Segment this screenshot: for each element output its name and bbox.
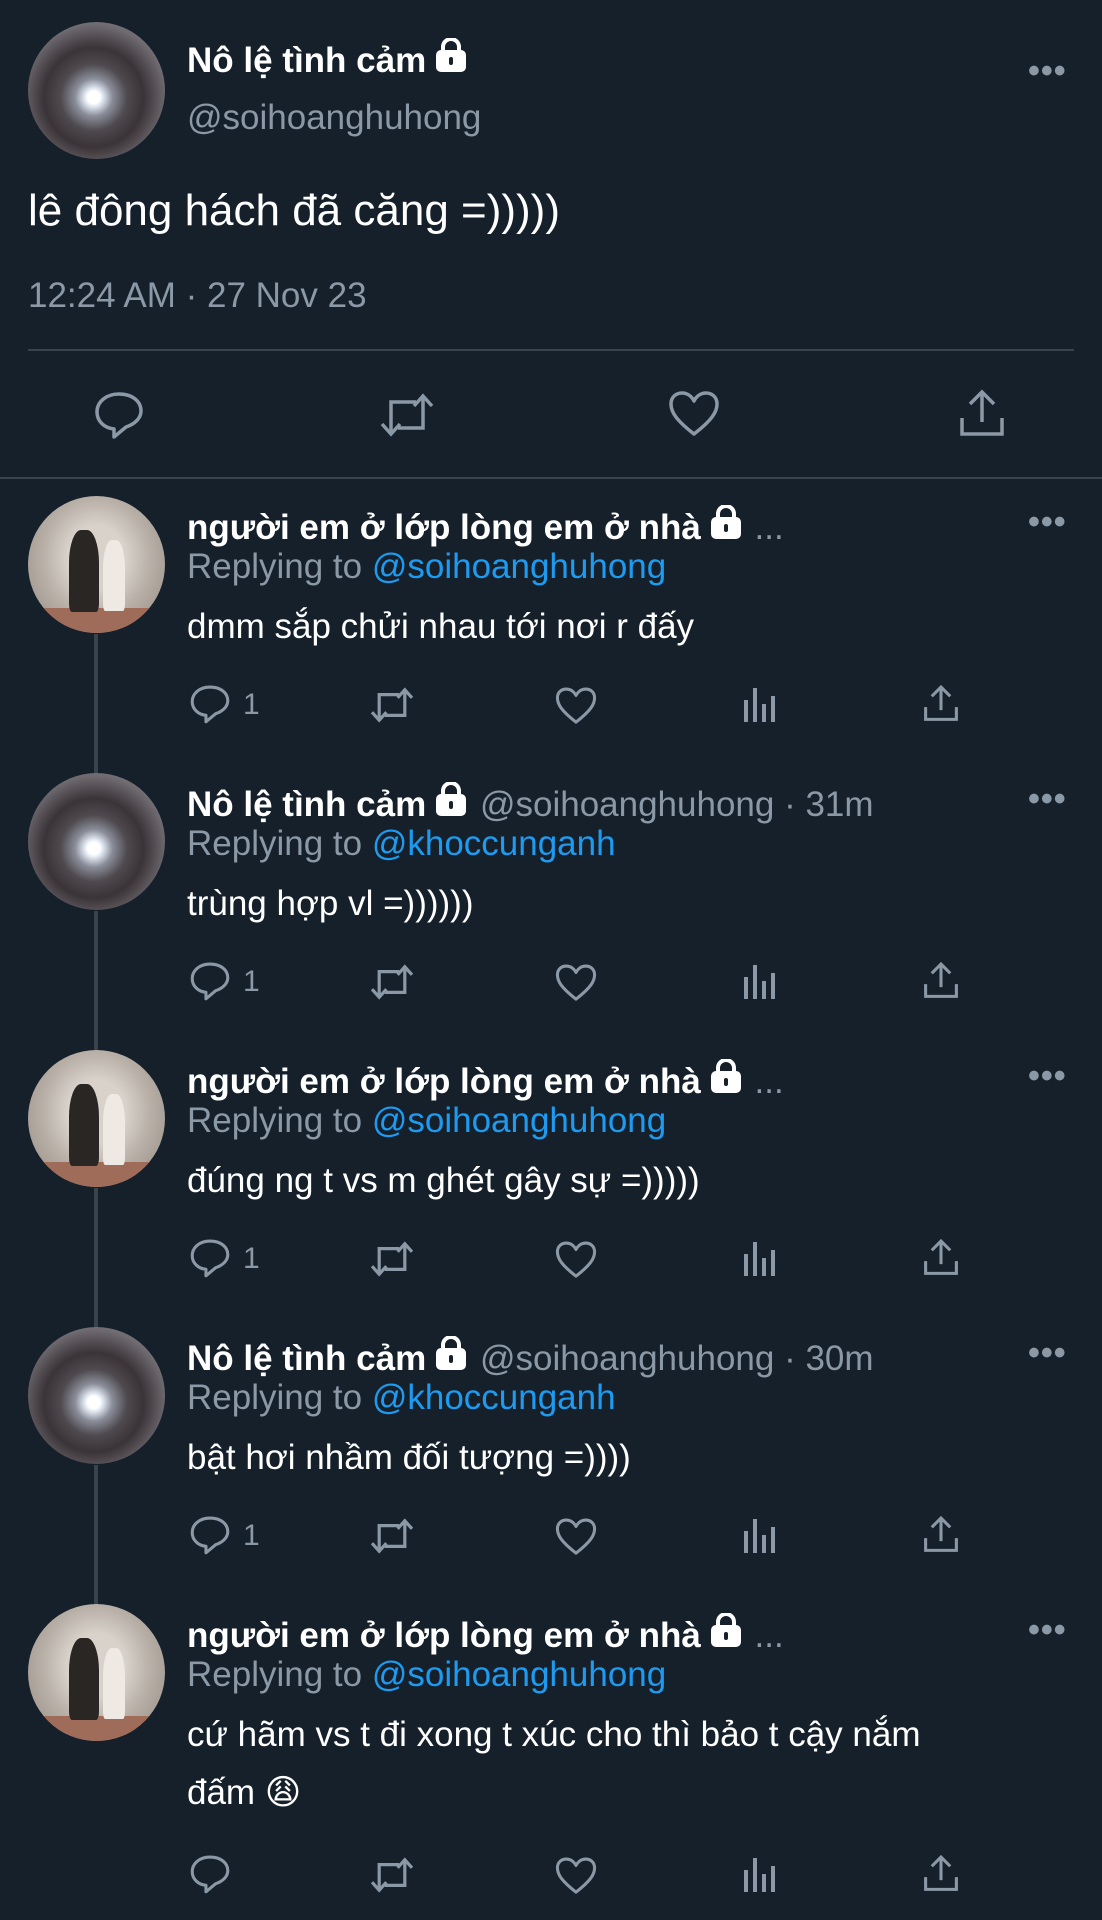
lock-icon (432, 1335, 470, 1381)
share-icon[interactable] (921, 684, 961, 729)
avatar[interactable] (28, 1050, 165, 1187)
retweet-icon[interactable] (368, 1855, 416, 1900)
tweet-timestamp[interactable]: 12:24 AM · 27 Nov 23 (28, 276, 367, 316)
replying-to-prefix: Replying to (187, 1655, 372, 1694)
avatar[interactable] (28, 1604, 165, 1741)
replying-to-link[interactable]: @khoccunganh (372, 1378, 616, 1417)
like-icon[interactable] (555, 1517, 597, 1562)
like-icon[interactable] (555, 1856, 597, 1901)
retweet-icon[interactable] (378, 390, 436, 445)
replying-to: Replying to @soihoanghuhong (187, 1655, 666, 1695)
more-icon[interactable]: ••• (1028, 1057, 1067, 1096)
reply-author-name-text: Nô lệ tình cảm (187, 785, 427, 824)
replying-to-link[interactable]: @soihoanghuhong (372, 1101, 666, 1140)
author-name[interactable]: Nô lệ tình cảm (187, 37, 470, 83)
retweet-icon[interactable] (368, 685, 416, 730)
reply-author-name-text: người em ở lớp lòng em ở nhà (187, 1062, 701, 1101)
share-icon[interactable] (921, 1515, 961, 1560)
replying-to-prefix: Replying to (187, 1378, 372, 1417)
replying-to: Replying to @soihoanghuhong (187, 1101, 666, 1141)
retweet-icon[interactable] (368, 1239, 416, 1284)
reply-author-name-text: Nô lệ tình cảm (187, 1339, 427, 1378)
reply-icon[interactable] (189, 1237, 231, 1284)
reply-icon[interactable] (189, 1514, 231, 1561)
reply-handle-truncated[interactable]: ... (755, 1062, 784, 1101)
replying-to-link[interactable]: @soihoanghuhong (372, 547, 666, 586)
lock-icon (707, 1612, 745, 1658)
replying-to-link[interactable]: @soihoanghuhong (372, 1655, 666, 1694)
replying-to: Replying to @khoccunganh (187, 1378, 616, 1418)
reply-text: đúng ng t vs m ghét gây sự =))))) (187, 1161, 700, 1200)
reply-icon[interactable] (189, 1853, 231, 1900)
reply-author-name-text: người em ở lớp lòng em ở nhà (187, 1616, 701, 1655)
thread-line (94, 1465, 98, 1607)
avatar[interactable] (28, 22, 165, 159)
share-icon[interactable] (921, 1238, 961, 1283)
reply-icon[interactable] (189, 960, 231, 1007)
analytics-icon[interactable] (742, 1856, 778, 1899)
lock-icon (432, 37, 470, 83)
reply-handle-truncated[interactable]: ... (755, 508, 784, 547)
like-icon[interactable] (668, 390, 720, 443)
replying-to-link[interactable]: @khoccunganh (372, 824, 616, 863)
more-icon[interactable]: ••• (1028, 52, 1067, 91)
reply-count: 1 (243, 1519, 260, 1552)
retweet-icon[interactable] (368, 962, 416, 1007)
reply-handle-time[interactable]: @soihoanghuhong · 31m (480, 785, 874, 824)
like-icon[interactable] (555, 686, 597, 731)
more-icon[interactable]: ••• (1028, 780, 1067, 819)
divider (28, 349, 1074, 351)
tweet-text: lê đông hách đã căng =))))) (28, 186, 560, 235)
like-icon[interactable] (555, 1240, 597, 1285)
thread-line (94, 634, 98, 776)
thread-line (94, 911, 98, 1053)
reply-handle-truncated[interactable]: ... (755, 1616, 784, 1655)
author-handle[interactable]: @soihoanghuhong (187, 98, 481, 138)
reply-author-name[interactable]: người em ở lớp lòng em ở nhà ... (187, 504, 784, 550)
more-icon[interactable]: ••• (1028, 503, 1067, 542)
more-icon[interactable]: ••• (1028, 1334, 1067, 1373)
reply-text: bật hơi nhầm đối tượng =)))) (187, 1438, 631, 1477)
reply-text: trùng hợp vl =)))))) (187, 884, 474, 923)
reply-text-line-2: đấm 😩 (187, 1773, 302, 1812)
replying-to-prefix: Replying to (187, 824, 372, 863)
reply-author-name-text: người em ở lớp lòng em ở nhà (187, 508, 701, 547)
reply-author-name[interactable]: người em ở lớp lòng em ở nhà ... (187, 1058, 784, 1104)
avatar[interactable] (28, 1327, 165, 1464)
like-icon[interactable] (555, 963, 597, 1008)
reply-author-name[interactable]: Nô lệ tình cảm @soihoanghuhong · 31m (187, 781, 874, 827)
reply-handle-time[interactable]: @soihoanghuhong · 30m (480, 1339, 874, 1378)
retweet-icon[interactable] (368, 1516, 416, 1561)
reply-count: 1 (243, 1242, 260, 1275)
replying-to-prefix: Replying to (187, 1101, 372, 1140)
avatar[interactable] (28, 773, 165, 910)
more-icon[interactable]: ••• (1028, 1611, 1067, 1650)
reply-count: 1 (243, 688, 260, 721)
reply-icon[interactable] (189, 683, 231, 730)
reply-icon[interactable] (93, 390, 145, 445)
replying-to: Replying to @khoccunganh (187, 824, 616, 864)
replying-to: Replying to @soihoanghuhong (187, 547, 666, 587)
analytics-icon[interactable] (742, 686, 778, 729)
lock-icon (432, 781, 470, 827)
lock-icon (707, 504, 745, 550)
reply-text: dmm sắp chửi nhau tới nơi r đấy (187, 607, 695, 646)
reply-count: 1 (243, 965, 260, 998)
replying-to-prefix: Replying to (187, 547, 372, 586)
share-icon[interactable] (921, 961, 961, 1006)
reply-author-name[interactable]: Nô lệ tình cảm @soihoanghuhong · 30m (187, 1335, 874, 1381)
author-name-text: Nô lệ tình cảm (187, 41, 427, 80)
thread-line (94, 1188, 98, 1330)
reply-author-name[interactable]: người em ở lớp lòng em ở nhà ... (187, 1612, 784, 1658)
reply-text-line-1: cứ hãm vs t đi xong t xúc cho thì bảo t … (187, 1715, 921, 1754)
share-icon[interactable] (956, 388, 1008, 445)
divider (0, 477, 1102, 479)
analytics-icon[interactable] (742, 1517, 778, 1560)
avatar[interactable] (28, 496, 165, 633)
lock-icon (707, 1058, 745, 1104)
analytics-icon[interactable] (742, 963, 778, 1006)
analytics-icon[interactable] (742, 1240, 778, 1283)
share-icon[interactable] (921, 1854, 961, 1899)
